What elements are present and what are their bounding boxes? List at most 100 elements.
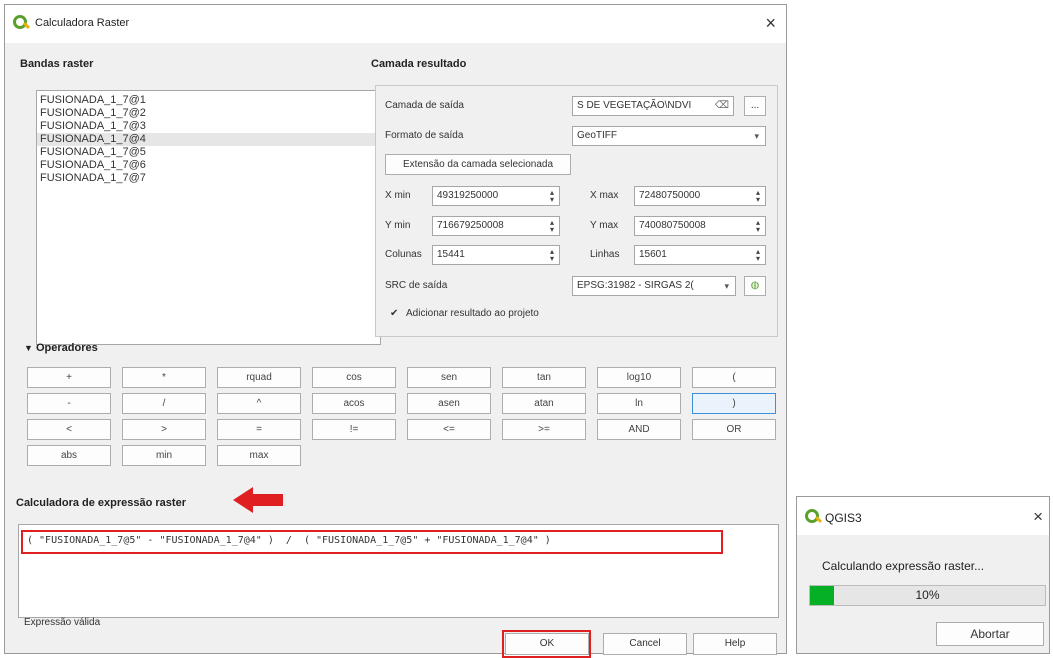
progress-bar: 10% — [809, 585, 1046, 606]
ymax-spinbox[interactable]: 740080750008 ▴ ▾ — [634, 216, 766, 236]
progress-titlebar: QGIS3 × — [797, 497, 1049, 535]
operator-power-button[interactable]: ^ — [217, 393, 301, 414]
band-item[interactable]: FUSIONADA_1_7@1 — [37, 94, 380, 107]
dialog-title: Calculadora Raster — [35, 17, 130, 29]
qgis-logo-icon — [13, 15, 31, 31]
crs-selector-button[interactable]: ◍ — [744, 276, 766, 296]
cancel-button[interactable]: Cancel — [603, 633, 687, 655]
help-button[interactable]: Help — [693, 633, 777, 655]
progress-percent-text: 10% — [915, 588, 940, 602]
rows-value: 15601 — [639, 249, 667, 260]
expression-text: ( "FUSIONADA_1_7@5" - "FUSIONADA_1_7@4" … — [27, 535, 551, 546]
close-icon[interactable]: × — [1033, 507, 1043, 527]
expression-validity-status: Expressão válida — [24, 617, 101, 628]
result-group: Camada de saída S DE VEGETAÇÃO\NDVI ⌫ ..… — [375, 85, 778, 337]
result-section-title: Camada resultado — [371, 58, 467, 70]
ymax-value: 740080750008 — [639, 220, 706, 231]
operator-minus-button[interactable]: - — [27, 393, 111, 414]
close-icon[interactable]: × — [765, 13, 776, 34]
spin-arrows-icon[interactable]: ▴ ▾ — [753, 189, 763, 204]
raster-calculator-dialog: Calculadora Raster × Bandas raster FUSIO… — [4, 4, 787, 658]
dialog-titlebar: Calculadora Raster × — [5, 5, 786, 43]
operator-ln-button[interactable]: ln — [597, 393, 681, 414]
band-item[interactable]: FUSIONADA_1_7@7 — [37, 172, 380, 185]
xmax-value: 72480750000 — [639, 190, 701, 201]
spin-arrows-icon[interactable]: ▴ ▾ — [753, 248, 763, 263]
operator-max-button[interactable]: max — [217, 445, 301, 466]
band-item-selected[interactable]: FUSIONADA_1_7@4 — [37, 133, 380, 146]
spin-arrows-icon[interactable]: ▴ ▾ — [547, 248, 557, 263]
xmax-label: X max — [590, 190, 619, 201]
band-item[interactable]: FUSIONADA_1_7@3 — [37, 120, 380, 133]
operators-grid: + * rquad cos sen tan log10 ( - / ^ acos… — [27, 367, 784, 487]
format-label: Formato de saída — [385, 130, 464, 141]
xmin-value: 49319250000 — [437, 190, 499, 201]
chevron-down-icon: ▾ — [724, 281, 729, 291]
operator-atan-button[interactable]: atan — [502, 393, 586, 414]
operator-neq-button[interactable]: != — [312, 419, 396, 440]
expression-section-title: Calculadora de expressão raster — [16, 497, 186, 509]
operator-multiply-button[interactable]: * — [122, 367, 206, 388]
bands-section-title: Bandas raster — [20, 58, 94, 70]
operator-lt-button[interactable]: < — [27, 419, 111, 440]
output-layer-label: Camada de saída — [385, 100, 464, 111]
selected-layer-extent-button[interactable]: Extensão da camada selecionada — [385, 154, 571, 175]
operator-plus-button[interactable]: + — [27, 367, 111, 388]
format-select[interactable]: GeoTIFF ▾ — [572, 126, 766, 146]
columns-spinbox[interactable]: 15441 ▴ ▾ — [432, 245, 560, 265]
operator-tan-button[interactable]: tan — [502, 367, 586, 388]
operator-sin-button[interactable]: sen — [407, 367, 491, 388]
operator-abs-button[interactable]: abs — [27, 445, 111, 466]
red-arrow-annotation-icon — [233, 487, 283, 513]
progress-dialog: QGIS3 × Calculando expressão raster... 1… — [796, 496, 1050, 654]
columns-label: Colunas — [385, 249, 422, 260]
add-result-label: Adicionar resultado ao projeto — [406, 308, 539, 319]
operators-header[interactable]: ▼ Operadores — [24, 342, 98, 354]
format-value: GeoTIFF — [577, 130, 618, 141]
operator-cos-button[interactable]: cos — [312, 367, 396, 388]
clear-field-icon[interactable]: ⌫ — [715, 97, 729, 115]
operator-log10-button[interactable]: log10 — [597, 367, 681, 388]
operator-and-button[interactable]: AND — [597, 419, 681, 440]
operator-gte-button[interactable]: >= — [502, 419, 586, 440]
progress-message: Calculando expressão raster... — [822, 559, 985, 573]
operator-asin-button[interactable]: asen — [407, 393, 491, 414]
crs-select[interactable]: EPSG:31982 - SIRGAS 2( ▾ — [572, 276, 736, 296]
qgis-logo-icon — [805, 509, 823, 525]
operator-min-button[interactable]: min — [122, 445, 206, 466]
operator-eq-button[interactable]: = — [217, 419, 301, 440]
spin-arrows-icon[interactable]: ▴ ▾ — [547, 219, 557, 234]
operator-divide-button[interactable]: / — [122, 393, 206, 414]
operator-gt-button[interactable]: > — [122, 419, 206, 440]
xmax-spinbox[interactable]: 72480750000 ▴ ▾ — [634, 186, 766, 206]
spin-arrows-icon[interactable]: ▴ ▾ — [547, 189, 557, 204]
ymin-value: 716679250008 — [437, 220, 504, 231]
operator-or-button[interactable]: OR — [692, 419, 776, 440]
operator-sqrt-button[interactable]: rquad — [217, 367, 301, 388]
browse-button[interactable]: ... — [744, 96, 766, 116]
ymax-label: Y max — [590, 220, 619, 231]
operator-close-paren-button[interactable]: ) — [692, 393, 776, 414]
rows-spinbox[interactable]: 15601 ▴ ▾ — [634, 245, 766, 265]
chevron-down-icon: ▾ — [754, 131, 759, 141]
operator-open-paren-button[interactable]: ( — [692, 367, 776, 388]
operator-acos-button[interactable]: acos — [312, 393, 396, 414]
checkmark-icon[interactable]: ✔ — [390, 308, 398, 319]
bands-list[interactable]: FUSIONADA_1_7@1 FUSIONADA_1_7@2 FUSIONAD… — [36, 90, 381, 345]
columns-value: 15441 — [437, 249, 465, 260]
xmin-spinbox[interactable]: 49319250000 ▴ ▾ — [432, 186, 560, 206]
band-item[interactable]: FUSIONADA_1_7@5 — [37, 146, 380, 159]
progress-title: QGIS3 — [825, 511, 862, 525]
band-item[interactable]: FUSIONADA_1_7@6 — [37, 159, 380, 172]
output-layer-field[interactable]: S DE VEGETAÇÃO\NDVI ⌫ — [572, 96, 734, 116]
ok-button[interactable]: OK — [505, 633, 589, 655]
operator-lte-button[interactable]: <= — [407, 419, 491, 440]
globe-icon: ◍ — [750, 280, 760, 291]
crs-label: SRC de saída — [385, 280, 448, 291]
crs-value: EPSG:31982 - SIRGAS 2( — [577, 280, 694, 291]
spin-arrows-icon[interactable]: ▴ ▾ — [753, 219, 763, 234]
ymin-spinbox[interactable]: 716679250008 ▴ ▾ — [432, 216, 560, 236]
abort-button[interactable]: Abortar — [936, 622, 1044, 646]
band-item[interactable]: FUSIONADA_1_7@2 — [37, 107, 380, 120]
output-layer-value: S DE VEGETAÇÃO\NDVI — [577, 100, 692, 111]
